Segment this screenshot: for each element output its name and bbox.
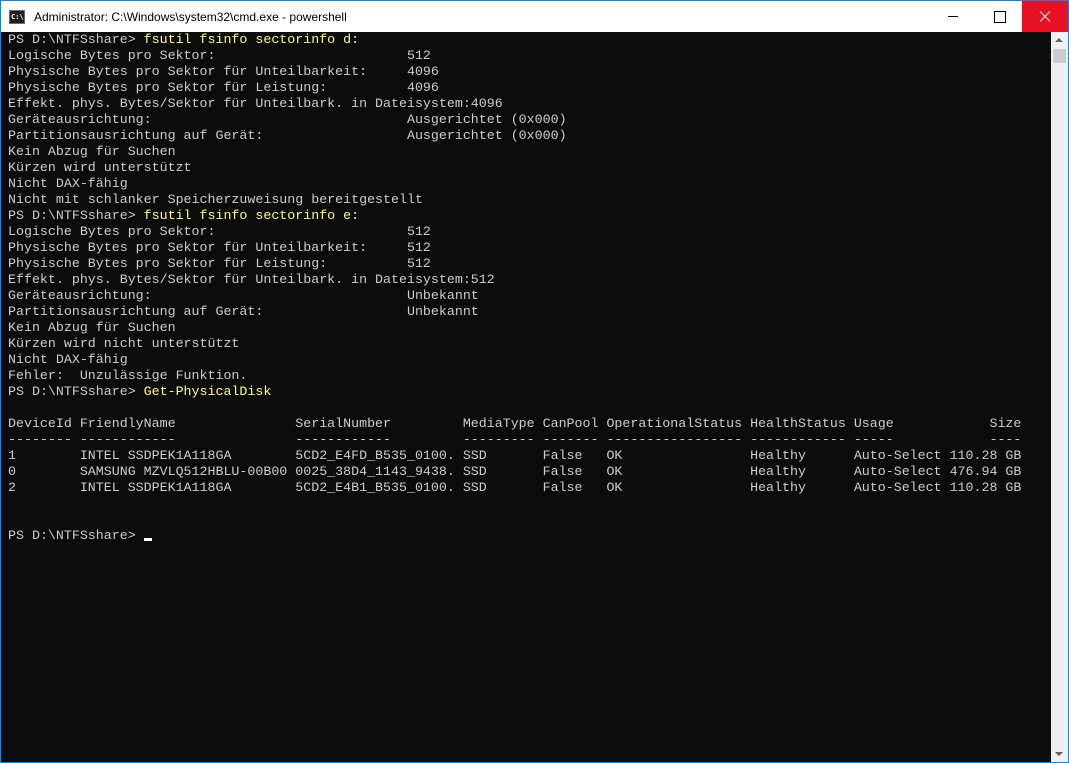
console-output-line: Kein Abzug für Suchen: [8, 320, 176, 335]
prompt-text: PS D:\NTFSshare>: [8, 384, 144, 399]
console-output-line: Nicht DAX-fähig: [8, 352, 128, 367]
console-output-line: -------- ------------ ------------ -----…: [8, 432, 1022, 447]
console-output-line: Fehler: Unzulässige Funktion.: [8, 368, 248, 383]
command-text: fsutil fsinfo sectorinfo d:: [143, 32, 360, 47]
console-output-line: Logische Bytes pro Sektor: 512: [8, 48, 431, 63]
console-output-line: 0 SAMSUNG MZVLQ512HBLU-00B00 0025_38D4_1…: [8, 464, 1022, 479]
console-output-line: Partitionsausrichtung auf Gerät: Unbekan…: [8, 304, 479, 319]
console-prompt-line: PS D:\NTFSshare> fsutil fsinfo sectorinf…: [8, 32, 1051, 48]
console-output-line: Physische Bytes pro Sektor für Leistung:…: [8, 80, 439, 95]
console-output-line: Physische Bytes pro Sektor für Unteilbar…: [8, 64, 439, 79]
cmd-icon[interactable]: C:\: [9, 9, 25, 24]
console-output-line: Physische Bytes pro Sektor für Unteilbar…: [8, 240, 431, 255]
console-prompt-line: PS D:\NTFSshare>: [8, 528, 1051, 544]
console-output-line: DeviceId FriendlyName SerialNumber Media…: [8, 416, 1022, 431]
console-output[interactable]: PS D:\NTFSshare> fsutil fsinfo sectorinf…: [1, 32, 1051, 762]
console-prompt-line: PS D:\NTFSshare> fsutil fsinfo sectorinf…: [8, 208, 1051, 224]
console-output-line: Partitionsausrichtung auf Gerät: Ausgeri…: [8, 128, 567, 143]
vertical-scrollbar[interactable]: [1051, 32, 1068, 762]
console-output-line: 1 INTEL SSDPEK1A118GA 5CD2_E4FD_B535_010…: [8, 448, 1022, 463]
console-output-line: Geräteausrichtung: Unbekannt: [8, 288, 479, 303]
console-window: C:\ Administrator: C:\Windows\system32\c…: [0, 0, 1069, 763]
caption-buttons: [930, 1, 1068, 32]
console-output-line: Nicht mit schlanker Speicherzuweisung be…: [8, 192, 423, 207]
console-output-line: Kürzen wird nicht unterstützt: [8, 336, 240, 351]
text-cursor: [143, 538, 152, 541]
console-output-line: Effekt. phys. Bytes/Sektor für Unteilbar…: [8, 96, 503, 111]
console-prompt-line: PS D:\NTFSshare> Get-PhysicalDisk: [8, 384, 1051, 400]
window-title: Administrator: C:\Windows\system32\cmd.e…: [34, 9, 347, 24]
console-output-line: Nicht DAX-fähig: [8, 176, 128, 191]
console-output-line: Geräteausrichtung: Ausgerichtet (0x000): [8, 112, 567, 127]
console-output-line: Kürzen wird unterstützt: [8, 160, 192, 175]
minimize-button[interactable]: [930, 1, 976, 32]
scroll-up-arrow-icon[interactable]: [1051, 32, 1068, 49]
console-text[interactable]: PS D:\NTFSshare> fsutil fsinfo sectorinf…: [8, 32, 1051, 544]
command-text: Get-PhysicalDisk: [143, 384, 272, 399]
console-output-line: Kein Abzug für Suchen: [8, 144, 176, 159]
title-bar[interactable]: C:\ Administrator: C:\Windows\system32\c…: [1, 1, 1068, 32]
console-output-line: Effekt. phys. Bytes/Sektor für Unteilbar…: [8, 272, 495, 287]
console-output-line: 2 INTEL SSDPEK1A118GA 5CD2_E4B1_B535_010…: [8, 480, 1022, 495]
maximize-button[interactable]: [976, 1, 1022, 32]
prompt-text: PS D:\NTFSshare>: [8, 32, 144, 47]
prompt-text: PS D:\NTFSshare>: [8, 208, 144, 223]
scroll-down-arrow-icon[interactable]: [1051, 745, 1068, 762]
command-text: fsutil fsinfo sectorinfo e:: [143, 208, 360, 223]
close-button[interactable]: [1022, 1, 1068, 32]
console-output-line: Physische Bytes pro Sektor für Leistung:…: [8, 256, 431, 271]
scrollbar-thumb[interactable]: [1053, 49, 1066, 63]
console-output-line: Logische Bytes pro Sektor: 512: [8, 224, 431, 239]
prompt-text: PS D:\NTFSshare>: [8, 528, 144, 543]
